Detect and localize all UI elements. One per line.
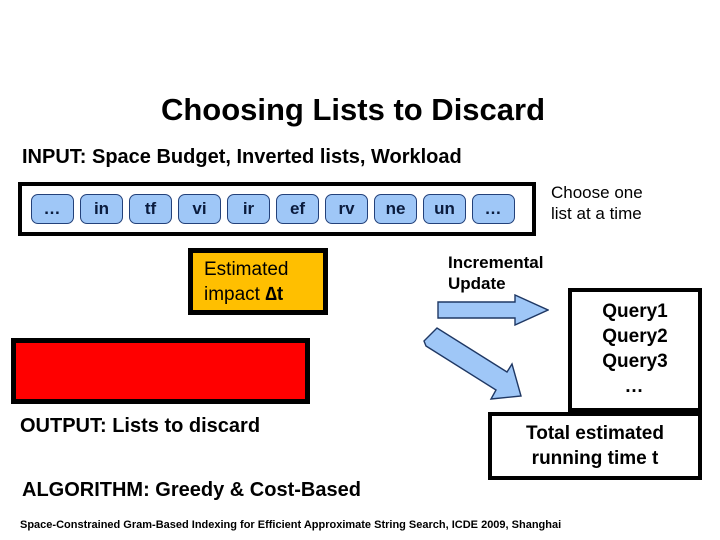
query-list-item: Query3 xyxy=(602,351,668,372)
gram-cell[interactable]: in xyxy=(80,194,123,224)
total-running-time-line-2: running time t xyxy=(531,448,659,469)
choose-one-list-note: Choose one list at a time xyxy=(551,182,716,224)
inverted-lists-strip: … in tf vi ir ef rv ne un … xyxy=(18,182,536,236)
slide-footer: Space-Constrained Gram-Based Indexing fo… xyxy=(20,519,562,531)
estimated-impact-line-1: Estimated xyxy=(204,258,289,280)
page-title: Choosing Lists to Discard xyxy=(160,92,546,127)
update-arrow-right xyxy=(437,294,549,326)
gram-cell[interactable]: vi xyxy=(178,194,221,224)
gram-cell[interactable]: ne xyxy=(374,194,417,224)
output-label: OUTPUT: Lists to discard xyxy=(20,415,261,437)
estimated-impact-box: Estimated impact ∆t xyxy=(188,248,328,315)
query-list-item: Query1 xyxy=(602,301,668,322)
choose-note-line-2: list at a time xyxy=(551,204,642,223)
input-label: INPUT: Space Budget, Inverted lists, Wor… xyxy=(22,146,462,168)
gram-cell[interactable]: tf xyxy=(129,194,172,224)
gram-cell[interactable]: ef xyxy=(276,194,319,224)
update-arrow-diagonal xyxy=(423,327,522,400)
total-running-time-box: Total estimated running time t xyxy=(488,412,702,480)
gram-cell[interactable]: rv xyxy=(325,194,368,224)
incremental-update-line-1: Incremental xyxy=(448,253,544,272)
incremental-update-line-2: Update xyxy=(448,274,506,293)
query-list-item: Query2 xyxy=(602,326,668,347)
estimated-impact-line-2: impact ∆t xyxy=(204,282,323,307)
incremental-update-label: Incremental Update xyxy=(448,252,588,294)
choose-note-line-1: Choose one xyxy=(551,183,643,202)
gram-cell[interactable]: ir xyxy=(227,194,270,224)
delta-t-symbol: ∆t xyxy=(265,283,284,305)
gram-cell[interactable]: … xyxy=(472,194,515,224)
discarded-lists-box xyxy=(11,338,310,404)
query-list-box: Query1 Query2 Query3 … xyxy=(568,288,702,412)
query-list-ellipsis: … xyxy=(624,376,646,397)
estimated-impact-prefix: impact xyxy=(204,283,266,305)
total-running-time-line-1: Total estimated xyxy=(526,423,664,444)
algorithm-label: ALGORITHM: Greedy & Cost-Based xyxy=(22,479,361,501)
gram-cell[interactable]: … xyxy=(31,194,74,224)
slide-canvas: Choosing Lists to Discard INPUT: Space B… xyxy=(0,0,720,540)
gram-cell[interactable]: un xyxy=(423,194,466,224)
